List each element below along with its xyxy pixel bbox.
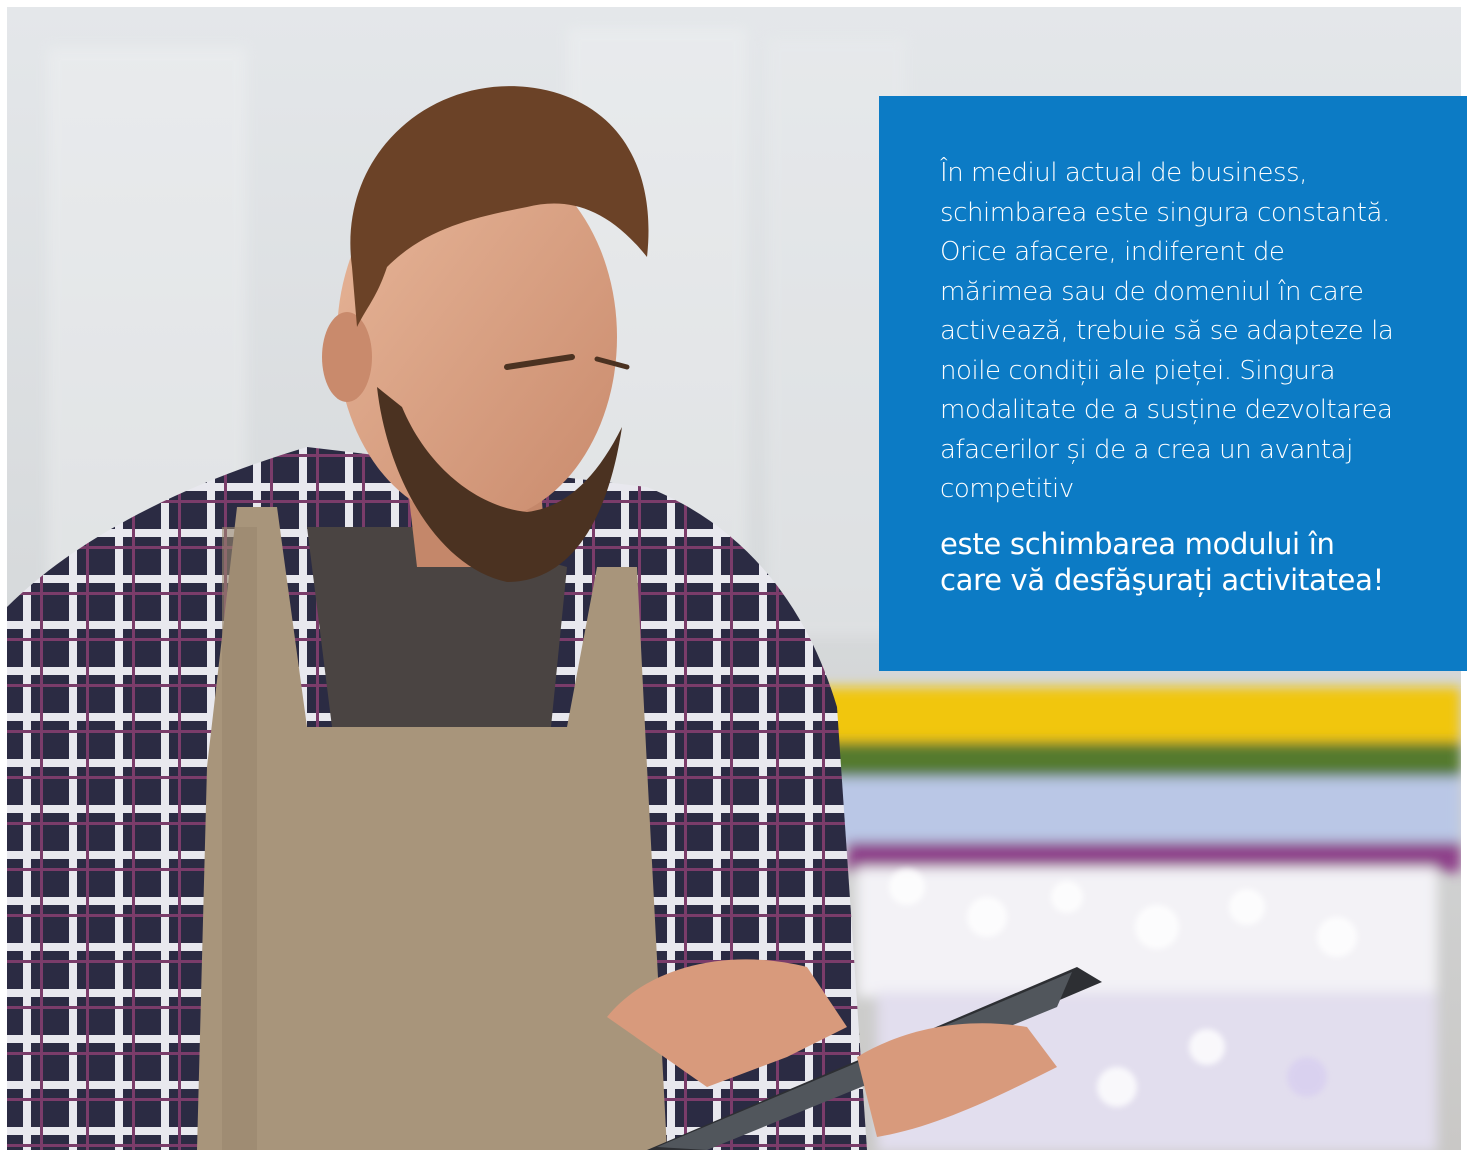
intro-paragraph: În mediul actual de business, schimbarea…	[940, 158, 1394, 504]
text-panel: În mediul actual de business, schimbarea…	[879, 96, 1467, 671]
emphasis-statement: este schimbarea modului în care vă desfă…	[940, 526, 1384, 597]
